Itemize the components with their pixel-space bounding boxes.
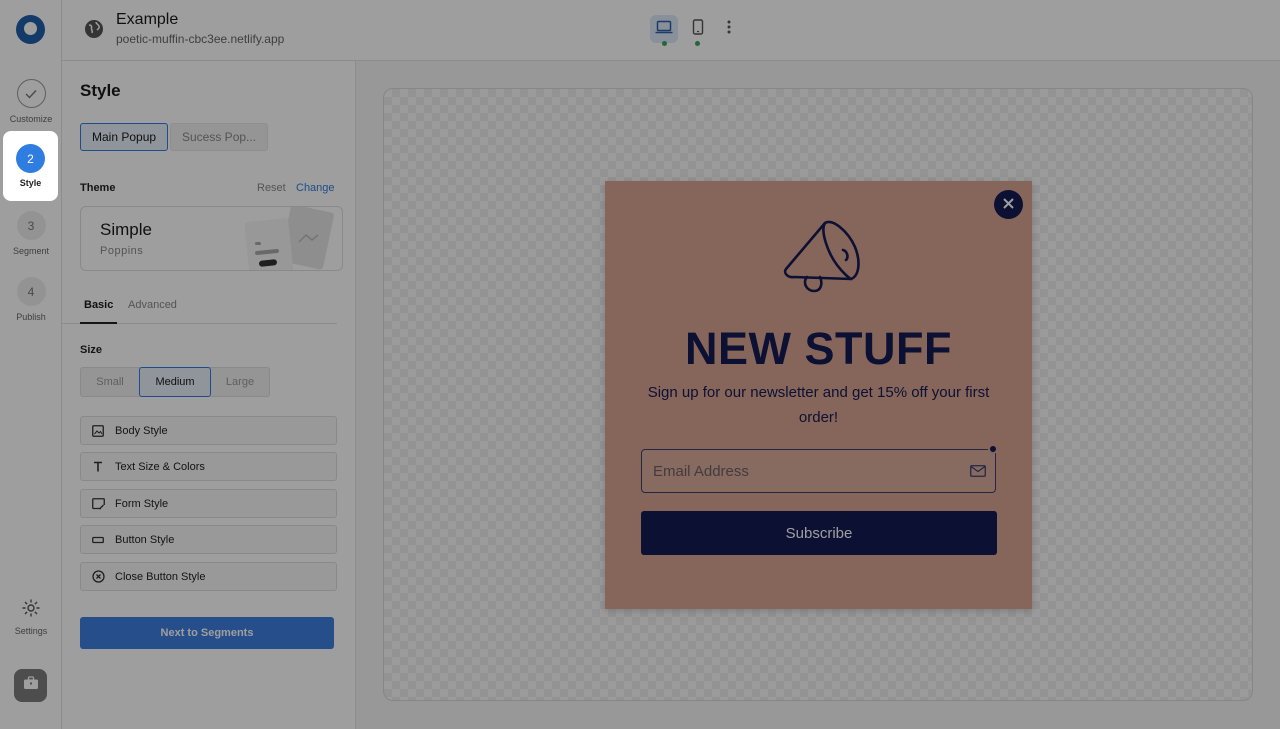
step-number: 2 [16,144,45,173]
mobile-status-dot [695,41,700,46]
tab-main-popup[interactable]: Main Popup [80,123,169,151]
step-publish[interactable]: 4 Publish [0,277,62,322]
body-style-option[interactable]: Body Style [80,416,337,445]
theme-preview-illustration [241,207,341,270]
button-icon [81,536,115,544]
close-icon [1003,196,1014,214]
subscribe-button[interactable]: Subscribe [641,511,997,555]
option-label: Text Size & Colors [115,460,205,473]
theme-card[interactable]: Simple Poppins [80,206,343,271]
active-tab-indicator [80,322,117,324]
popup-preview: NEW STUFF Sign up for our newsletter and… [605,181,1032,609]
site-title: Example [116,11,179,28]
size-small-option[interactable]: Small [81,368,139,396]
step-label: Customize [9,114,53,124]
desktop-status-dot [662,41,667,46]
size-medium-option[interactable]: Medium [139,367,211,397]
popup-description: Sign up for our newsletter and get 15% o… [647,384,990,426]
briefcase-button[interactable] [14,669,47,702]
step-number: 3 [16,211,46,240]
required-indicator [988,444,998,454]
image-icon [81,424,115,437]
close-button-style-option[interactable]: Close Button Style [80,562,337,591]
option-label: Close Button Style [115,570,206,583]
option-label: Button Style [115,533,175,546]
size-label: Size [80,344,103,356]
theme-reset-link[interactable]: Reset [257,182,286,194]
button-style-option[interactable]: Button Style [80,525,337,554]
desktop-preview-button[interactable] [650,15,678,43]
close-circle-icon [81,570,115,583]
step-label: Segment [12,246,50,256]
briefcase-icon [23,676,39,695]
popup-heading: NEW STUFF [685,323,952,374]
check-icon [16,79,46,108]
option-label: Body Style [115,424,168,437]
step-label: Publish [16,312,46,322]
globe-icon [84,19,104,44]
size-large-option[interactable]: Large [211,368,269,396]
text-size-colors-option[interactable]: Text Size & Colors [80,452,337,481]
step-label: Style [19,178,42,188]
preview-canvas: NEW STUFF Sign up for our newsletter and… [383,88,1253,701]
step-customize[interactable]: Customize [0,79,62,124]
tab-success-popup[interactable]: Sucess Pop... [170,123,269,151]
panel-title: Style [80,81,121,100]
tab-advanced[interactable]: Advanced [128,299,177,311]
form-style-option[interactable]: Form Style [80,489,337,518]
next-to-segments-button[interactable]: Next to Segments [80,617,334,649]
text-icon [81,461,115,472]
theme-change-link[interactable]: Change [296,182,335,194]
style-panel: Style Main Popup Sucess Pop... Theme Res… [62,61,356,729]
email-field[interactable] [641,449,996,493]
settings-button[interactable]: Settings [0,598,62,636]
site-url: poetic-muffin-cbc3ee.netlify.app [116,32,285,46]
kebab-menu-icon [727,20,731,39]
app-logo[interactable] [16,15,45,44]
tab-basic[interactable]: Basic [84,299,113,311]
more-options-button[interactable] [722,19,736,39]
megaphone-icon [777,213,861,302]
theme-name: Simple [100,220,152,239]
theme-font: Poppins [100,245,144,257]
mobile-preview-button[interactable] [684,15,712,43]
step-number: 4 [16,277,46,306]
gear-icon [21,599,41,622]
form-icon [81,497,115,510]
mail-icon [970,464,986,482]
phone-icon [692,18,704,40]
size-selector: Small Medium Large [80,367,270,397]
email-input[interactable] [653,450,953,492]
popup-close-button[interactable] [994,190,1023,219]
step-style[interactable]: 2 Style [3,131,58,201]
laptop-icon [655,20,673,39]
top-bar: Example poetic-muffin-cbc3ee.netlify.app [62,0,1280,61]
step-segment[interactable]: 3 Segment [0,211,62,256]
theme-label: Theme [80,182,116,194]
left-rail: Customize 2 Style 3 Segment 4 Publish Se… [0,0,62,729]
settings-label: Settings [14,626,48,636]
option-label: Form Style [115,497,169,510]
